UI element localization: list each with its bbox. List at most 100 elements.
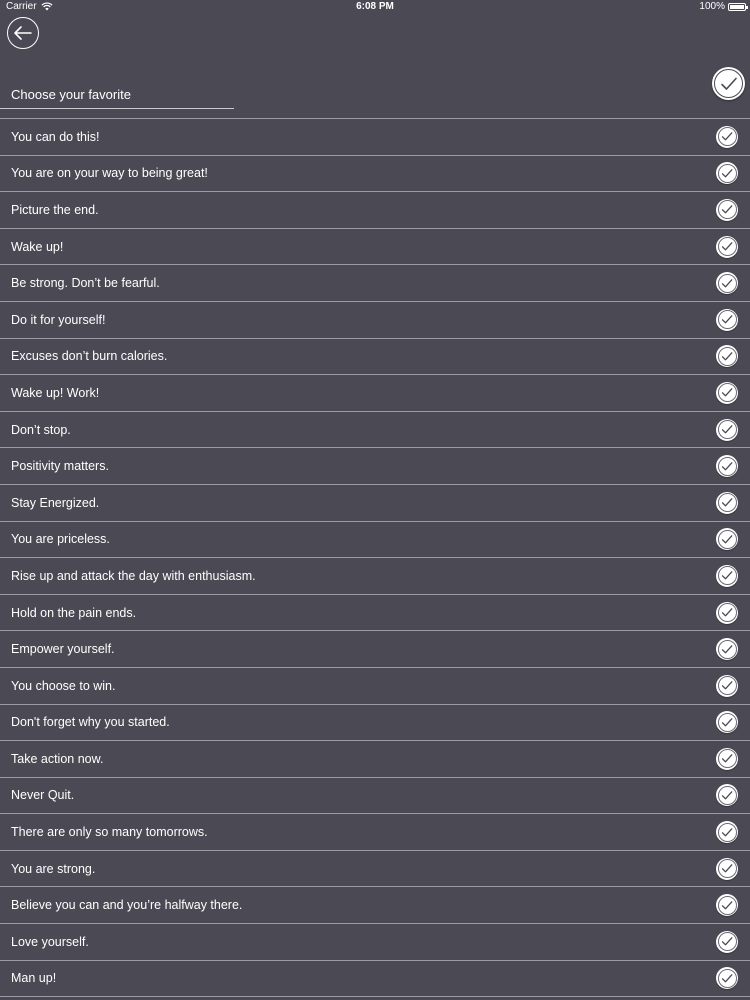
favorite-check-button[interactable] [716, 564, 738, 587]
quote-label: Excuses don’t burn calories. [11, 349, 168, 364]
check-ring [717, 529, 737, 549]
list-item[interactable]: You are on your way to being great! [0, 156, 750, 193]
quote-label: You can do this! [11, 129, 100, 144]
list-item[interactable]: Stay Energized. [0, 485, 750, 522]
checkmark-icon [721, 571, 733, 580]
checkmark-icon [721, 937, 733, 946]
checkmark-icon [721, 974, 733, 983]
battery-icon [728, 2, 748, 11]
quote-label: Positivity matters. [11, 459, 109, 474]
quote-label: Never Quit. [11, 788, 75, 803]
checkmark-icon [721, 864, 733, 873]
favorite-check-button[interactable] [716, 491, 738, 514]
favorite-check-button[interactable] [716, 674, 738, 697]
list-item[interactable]: You choose to win. [0, 668, 750, 705]
checkmark-icon [721, 900, 733, 910]
quote-label: Take action now. [11, 751, 104, 766]
favorite-check-button[interactable] [716, 711, 738, 734]
favorite-check-button[interactable] [716, 125, 738, 148]
quote-label: You choose to win. [11, 678, 116, 693]
favorite-check-button[interactable] [716, 601, 738, 624]
page-title: Choose your favorite [11, 87, 131, 102]
quote-label: You are priceless. [11, 532, 110, 547]
battery-percent: 100% [699, 1, 725, 12]
favorite-check-button[interactable] [716, 235, 738, 258]
favorite-check-button[interactable] [716, 967, 738, 990]
checkmark-icon [721, 388, 733, 397]
favorite-check-button[interactable] [716, 821, 738, 844]
favorite-check-button[interactable] [716, 638, 738, 661]
list-item[interactable]: Wake up! [0, 229, 750, 266]
list-item[interactable]: Rise up and attack the day with enthusia… [0, 558, 750, 595]
checkmark-icon [721, 681, 733, 690]
checkmark-icon [721, 608, 733, 617]
quote-label: Don't forget why you started. [11, 715, 170, 730]
title-underline [0, 108, 234, 109]
list-item[interactable]: You are priceless. [0, 522, 750, 559]
list-item[interactable]: Take action now. [0, 741, 750, 778]
quote-label: Wake up! Work! [11, 385, 100, 400]
quote-label: Believe you can and you’re halfway there… [11, 898, 243, 913]
favorite-check-button[interactable] [716, 857, 738, 880]
list-item[interactable]: Wake up! Work! [0, 375, 750, 412]
check-ring [717, 749, 737, 769]
list-item[interactable]: Picture the end. [0, 192, 750, 229]
check-ring [717, 785, 737, 805]
favorite-check-button[interactable] [716, 930, 738, 953]
list-item[interactable]: Man up! [0, 961, 750, 998]
select-all-button[interactable] [712, 67, 745, 100]
checkmark-icon [720, 77, 737, 90]
favorite-check-button[interactable] [716, 418, 738, 441]
favorite-check-button[interactable] [716, 784, 738, 807]
favorite-check-button[interactable] [716, 747, 738, 770]
quote-label: Hold on the pain ends. [11, 605, 137, 620]
check-ring [717, 639, 737, 659]
checkmark-icon [721, 205, 733, 214]
checkmark-icon [721, 791, 733, 800]
quote-label: Love yourself. [11, 934, 89, 949]
check-ring [717, 932, 737, 952]
checkmark-icon [721, 461, 733, 471]
list-item[interactable]: You can do this! [0, 119, 750, 156]
status-right: 100% [699, 1, 748, 12]
checkmark-icon [721, 717, 733, 727]
check-ring [717, 200, 737, 220]
list-item[interactable]: There are only so many tomorrows. [0, 814, 750, 851]
back-button[interactable] [7, 17, 39, 49]
favorite-check-button[interactable] [716, 894, 738, 917]
favorite-check-button[interactable] [716, 528, 738, 551]
quote-label: Stay Energized. [11, 495, 100, 510]
list-item[interactable]: Do it for yourself! [0, 302, 750, 339]
favorite-check-button[interactable] [716, 272, 738, 295]
quote-list: You can do this! You are on your way to b… [0, 118, 750, 998]
favorite-check-button[interactable] [716, 308, 738, 331]
list-item[interactable]: Don’t stop. [0, 412, 750, 449]
list-item[interactable]: Never Quit. [0, 778, 750, 815]
checkmark-icon [721, 644, 733, 654]
list-item[interactable]: Empower yourself. [0, 631, 750, 668]
check-ring [717, 895, 737, 915]
list-item[interactable]: Hold on the pain ends. [0, 595, 750, 632]
checkmark-icon [721, 315, 733, 324]
list-item[interactable]: Be strong. Don’t be fearful. [0, 265, 750, 302]
list-item[interactable]: Positivity matters. [0, 448, 750, 485]
favorite-check-button[interactable] [716, 198, 738, 221]
list-item[interactable]: Excuses don’t burn calories. [0, 339, 750, 376]
checkmark-icon [721, 132, 733, 141]
favorite-check-button[interactable] [716, 381, 738, 404]
check-ring [717, 968, 737, 988]
list-item[interactable]: Believe you can and you’re halfway there… [0, 887, 750, 925]
list-item[interactable]: Don't forget why you started. [0, 705, 750, 742]
quote-label: Man up! [11, 971, 57, 986]
favorite-check-button[interactable] [716, 345, 738, 368]
check-ring [717, 420, 737, 440]
check-ring [717, 456, 737, 476]
list-item[interactable]: You are strong. [0, 851, 750, 888]
quote-label: Picture the end. [11, 202, 99, 217]
favorite-check-button[interactable] [716, 455, 738, 478]
list-item[interactable]: Love yourself. [0, 924, 750, 961]
check-ring [717, 712, 737, 732]
favorite-check-button[interactable] [716, 162, 738, 185]
checkmark-icon [721, 242, 733, 251]
quote-label: Do it for yourself! [11, 312, 106, 327]
